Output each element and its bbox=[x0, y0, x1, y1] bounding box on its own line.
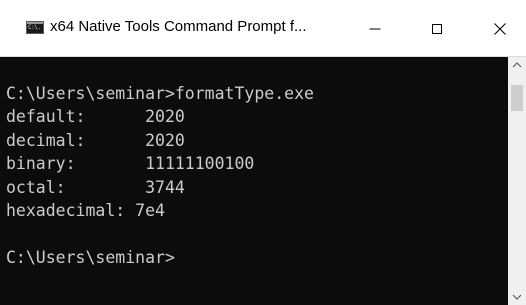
window-title: x64 Native Tools Command Prompt f... bbox=[50, 18, 307, 35]
console-window: C:\. x64 Native Tools Command Prompt f..… bbox=[0, 0, 526, 305]
console-line: octal: 3744 bbox=[6, 177, 185, 197]
minimize-icon bbox=[369, 28, 381, 29]
vertical-scrollbar[interactable] bbox=[508, 57, 526, 305]
console-line: default: 2020 bbox=[6, 107, 185, 127]
close-icon bbox=[494, 22, 506, 35]
console-line: decimal: 2020 bbox=[6, 130, 185, 150]
console-prompt-line: C:\Users\seminar> bbox=[6, 247, 175, 267]
scrollbar-thumb[interactable] bbox=[511, 85, 523, 111]
console-line: hexadecimal: 7e4 bbox=[6, 200, 165, 220]
console-app-icon[interactable]: C:\. bbox=[26, 21, 44, 34]
console-line: binary: 11111100100 bbox=[6, 154, 255, 174]
console-output[interactable]: C:\Users\seminar>formatType.exe default:… bbox=[0, 57, 508, 305]
maximize-icon bbox=[432, 23, 442, 34]
close-button[interactable] bbox=[474, 0, 526, 57]
console-lines: C:\Users\seminar>formatType.exe default:… bbox=[6, 82, 314, 269]
chevron-down-icon[interactable] bbox=[508, 288, 526, 305]
title-bar[interactable]: C:\. x64 Native Tools Command Prompt f..… bbox=[0, 0, 526, 57]
maximize-button[interactable] bbox=[412, 0, 462, 57]
console-line: C:\Users\seminar>formatType.exe bbox=[6, 84, 314, 103]
app-icon-label: C:\. bbox=[28, 24, 41, 31]
chevron-up-icon[interactable] bbox=[508, 57, 526, 74]
minimize-button[interactable] bbox=[350, 0, 400, 57]
